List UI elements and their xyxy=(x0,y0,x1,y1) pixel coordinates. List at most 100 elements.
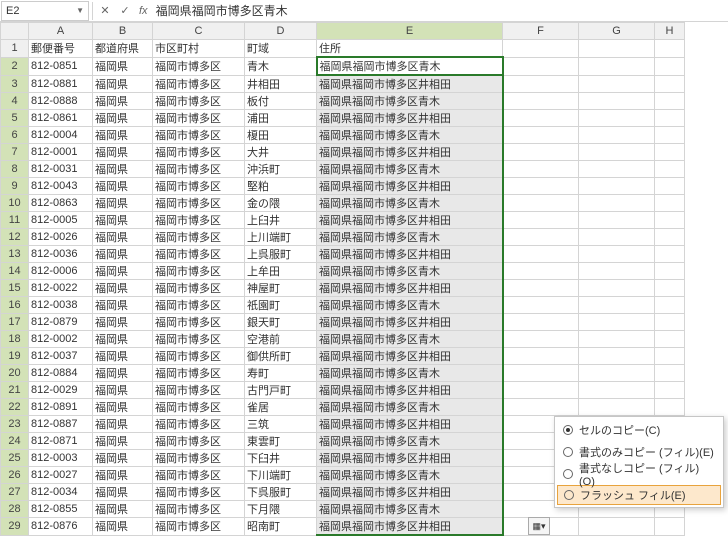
cell[interactable]: 福岡市博多区 xyxy=(153,399,245,416)
cell[interactable]: 大井 xyxy=(245,144,317,161)
cell[interactable]: 福岡市博多区 xyxy=(153,518,245,536)
cell[interactable]: 古門戸町 xyxy=(245,382,317,399)
cell[interactable]: 上呉服町 xyxy=(245,246,317,263)
cell[interactable]: 福岡県 xyxy=(93,416,153,433)
cell[interactable]: 福岡県 xyxy=(93,212,153,229)
cell[interactable] xyxy=(503,93,579,110)
cell[interactable] xyxy=(655,127,685,144)
cell[interactable]: 812-0881 xyxy=(29,75,93,93)
row-header[interactable]: 22 xyxy=(1,399,29,416)
cell[interactable] xyxy=(503,161,579,178)
cell[interactable]: 福岡市博多区 xyxy=(153,57,245,75)
cell[interactable]: 福岡県福岡市博多区青木 xyxy=(317,93,503,110)
cell[interactable]: 福岡市博多区 xyxy=(153,314,245,331)
cell[interactable] xyxy=(503,40,579,58)
cell[interactable]: 812-0006 xyxy=(29,263,93,280)
row-header[interactable]: 8 xyxy=(1,161,29,178)
cell[interactable]: 福岡県 xyxy=(93,518,153,536)
cell[interactable]: 住所 xyxy=(317,40,503,58)
cell[interactable]: 福岡市博多区 xyxy=(153,178,245,195)
cell[interactable]: 812-0034 xyxy=(29,484,93,501)
cell[interactable]: 福岡県福岡市博多区青木 xyxy=(317,467,503,484)
cell[interactable]: 沖浜町 xyxy=(245,161,317,178)
cell[interactable]: 下川端町 xyxy=(245,467,317,484)
cell[interactable]: 福岡県 xyxy=(93,314,153,331)
cell[interactable]: 福岡県福岡市博多区青木 xyxy=(317,229,503,246)
cell[interactable] xyxy=(655,365,685,382)
cell[interactable]: 福岡市博多区 xyxy=(153,450,245,467)
cell[interactable] xyxy=(655,331,685,348)
cell[interactable]: 東雲町 xyxy=(245,433,317,450)
cell[interactable]: 福岡県 xyxy=(93,382,153,399)
cell[interactable]: 福岡県 xyxy=(93,178,153,195)
cell[interactable]: 812-0888 xyxy=(29,93,93,110)
row-header[interactable]: 14 xyxy=(1,263,29,280)
cell[interactable]: 福岡市博多区 xyxy=(153,144,245,161)
cell[interactable]: 福岡市博多区 xyxy=(153,93,245,110)
cell[interactable]: 福岡県福岡市博多区井相田 xyxy=(317,246,503,263)
cell[interactable]: 812-0036 xyxy=(29,246,93,263)
cell[interactable]: 福岡県福岡市博多区井相田 xyxy=(317,382,503,399)
cell[interactable]: 上川端町 xyxy=(245,229,317,246)
cell[interactable] xyxy=(655,314,685,331)
cell[interactable]: 下臼井 xyxy=(245,450,317,467)
cell[interactable]: 福岡県福岡市博多区井相田 xyxy=(317,110,503,127)
row-header[interactable]: 9 xyxy=(1,178,29,195)
cell[interactable]: 昭南町 xyxy=(245,518,317,536)
cell[interactable]: 福岡市博多区 xyxy=(153,382,245,399)
cell[interactable]: 福岡県 xyxy=(93,297,153,314)
cell[interactable]: 812-0884 xyxy=(29,365,93,382)
cell[interactable]: 福岡市博多区 xyxy=(153,280,245,297)
cell[interactable] xyxy=(503,314,579,331)
cell[interactable]: 福岡県 xyxy=(93,110,153,127)
cell[interactable]: 福岡県福岡市博多区青木 xyxy=(317,195,503,212)
row-header[interactable]: 2 xyxy=(1,57,29,75)
cell[interactable]: 福岡県 xyxy=(93,450,153,467)
cell[interactable]: 福岡県福岡市博多区青木 xyxy=(317,433,503,450)
cell[interactable] xyxy=(655,144,685,161)
cell[interactable]: 福岡市博多区 xyxy=(153,467,245,484)
cell[interactable] xyxy=(579,178,655,195)
cell[interactable]: 812-0004 xyxy=(29,127,93,144)
cell[interactable]: 御供所町 xyxy=(245,348,317,365)
cell[interactable] xyxy=(503,57,579,75)
cell[interactable] xyxy=(655,178,685,195)
cell[interactable] xyxy=(655,246,685,263)
cell[interactable] xyxy=(503,348,579,365)
row-header[interactable]: 24 xyxy=(1,433,29,450)
cell[interactable] xyxy=(579,331,655,348)
cell[interactable]: 福岡県福岡市博多区井相田 xyxy=(317,450,503,467)
cell[interactable] xyxy=(579,57,655,75)
cell[interactable]: 812-0855 xyxy=(29,501,93,518)
cell[interactable] xyxy=(579,518,655,536)
cell[interactable]: 812-0026 xyxy=(29,229,93,246)
cell[interactable]: 福岡県 xyxy=(93,144,153,161)
cell[interactable]: 福岡県福岡市博多区青木 xyxy=(317,161,503,178)
cell[interactable] xyxy=(655,518,685,536)
cell[interactable]: 青木 xyxy=(245,57,317,75)
row-header[interactable]: 18 xyxy=(1,331,29,348)
cell[interactable]: 812-0005 xyxy=(29,212,93,229)
cell[interactable]: 福岡県 xyxy=(93,93,153,110)
menu-copy-cells[interactable]: セルのコピー(C) xyxy=(557,419,721,441)
cell[interactable] xyxy=(579,110,655,127)
cell[interactable]: 福岡市博多区 xyxy=(153,433,245,450)
cell[interactable]: 井相田 xyxy=(245,75,317,93)
cell[interactable]: 板付 xyxy=(245,93,317,110)
cell[interactable]: 堅粕 xyxy=(245,178,317,195)
cell[interactable]: 812-0029 xyxy=(29,382,93,399)
cell[interactable]: 福岡県福岡市博多区井相田 xyxy=(317,416,503,433)
cell[interactable]: 上牟田 xyxy=(245,263,317,280)
cell[interactable]: 福岡県福岡市博多区井相田 xyxy=(317,280,503,297)
cell[interactable]: 下呉服町 xyxy=(245,484,317,501)
cell[interactable]: 812-0887 xyxy=(29,416,93,433)
row-header[interactable]: 7 xyxy=(1,144,29,161)
formula-confirm-button[interactable]: ✓ xyxy=(115,4,135,17)
cell[interactable]: 町域 xyxy=(245,40,317,58)
cell[interactable] xyxy=(579,263,655,280)
cell[interactable] xyxy=(579,382,655,399)
cell[interactable] xyxy=(503,127,579,144)
cell[interactable]: 福岡市博多区 xyxy=(153,75,245,93)
cell[interactable] xyxy=(579,297,655,314)
cell[interactable]: 福岡県 xyxy=(93,365,153,382)
